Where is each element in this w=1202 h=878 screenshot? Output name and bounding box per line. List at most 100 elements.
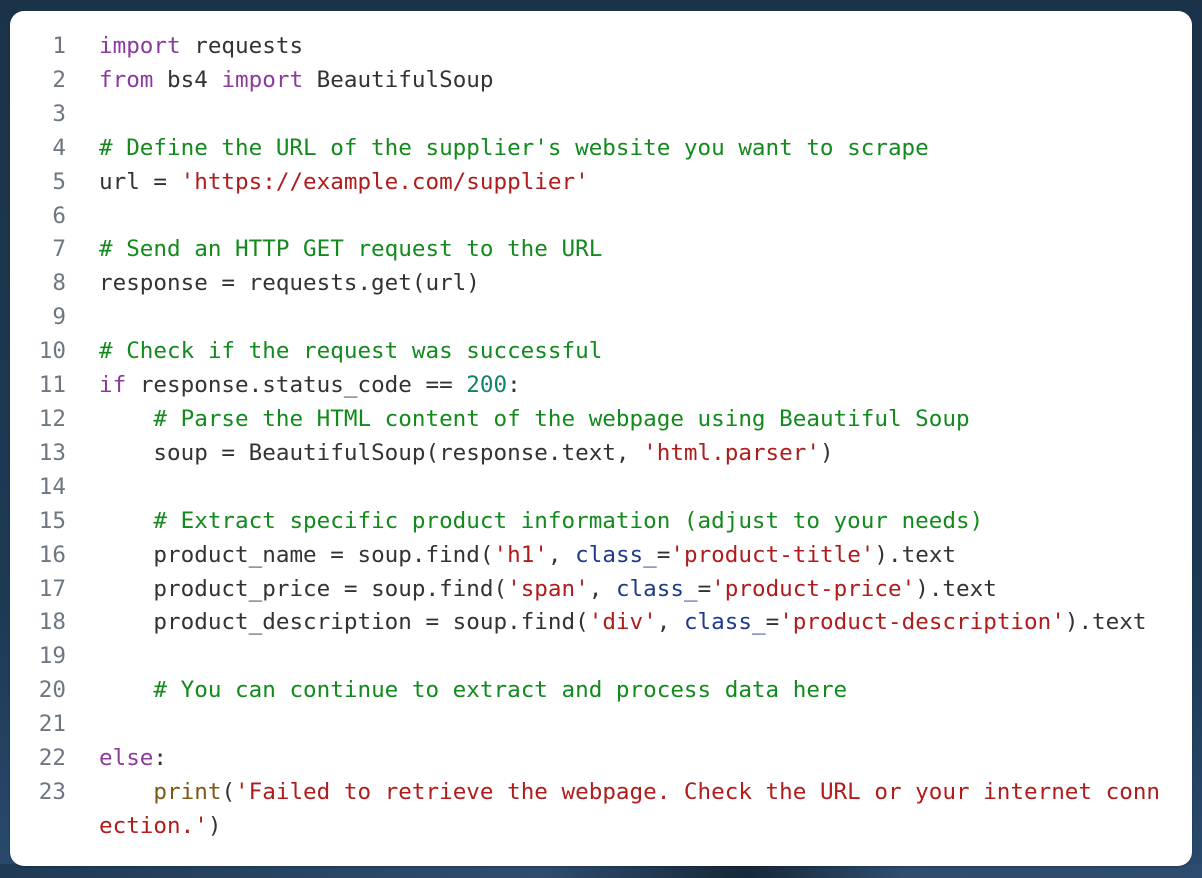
line-number: 14: [38, 473, 66, 500]
line-number: 10: [38, 338, 66, 365]
line-number: 18: [38, 609, 66, 636]
background-strip: [0, 864, 1202, 878]
param-token: class_: [683, 609, 766, 636]
keyword-token: import: [99, 33, 181, 59]
line-number: 19: [38, 643, 66, 670]
code-text: product_description = soup.find(: [99, 609, 589, 636]
line-source: else:: [99, 742, 1192, 776]
line-number: 17: [38, 575, 66, 602]
string-token: 'product-price': [711, 575, 916, 602]
line-number: 2: [52, 66, 66, 93]
code-text: ,: [588, 575, 616, 602]
code-block-card: 1 import requests 2 from bs4 import Beautif…: [10, 11, 1192, 866]
line-number: 20: [38, 677, 66, 704]
code-text: product_name = soup.find(: [99, 541, 494, 568]
comment-token: # Check if the request was successful: [99, 338, 603, 365]
line-source: soup = BeautifulSoup(response.text, 'htm…: [99, 437, 1192, 471]
code-line: 13 soup = BeautifulSoup(response.text, '…: [10, 437, 1192, 471]
comment-token: # Extract specific product information (…: [153, 507, 984, 534]
builtin-token: print: [153, 778, 222, 805]
comment-token: # You can continue to extract and proces…: [153, 677, 848, 704]
string-token: 'Failed to retrieve the webpage. Check t…: [99, 778, 1161, 839]
line-source: [99, 200, 1192, 234]
string-token: 'product-title': [670, 541, 875, 568]
line-source: print('Failed to retrieve the webpage. C…: [99, 776, 1192, 844]
code-line: 7 # Send an HTTP GET request to the URL: [10, 233, 1192, 267]
line-source: [99, 301, 1192, 335]
code-text: url =: [99, 168, 181, 195]
code-text: BeautifulSoup: [303, 66, 494, 93]
line-source: # Send an HTTP GET request to the URL: [99, 233, 1192, 267]
code-line: 18 product_description = soup.find('div'…: [10, 606, 1192, 640]
code-line: 5 url = 'https://example.com/supplier': [10, 166, 1192, 200]
code-text: requests: [180, 33, 304, 59]
comment-token: # Parse the HTML content of the webpage …: [153, 405, 970, 432]
number-token: 200: [466, 372, 508, 399]
keyword-token: else: [99, 745, 154, 772]
line-source: url = 'https://example.com/supplier': [99, 166, 1192, 200]
code-line: 22 else:: [10, 742, 1192, 776]
code-line: 15 # Extract specific product informatio…: [10, 505, 1192, 539]
comment-token: # Send an HTTP GET request to the URL: [99, 236, 603, 263]
line-source: product_name = soup.find('h1', class_='p…: [99, 539, 1192, 573]
code-text: product_price = soup.find(: [99, 575, 508, 602]
line-number: 1: [52, 33, 66, 59]
param-token: class_: [575, 541, 657, 568]
line-number: 21: [38, 711, 66, 738]
string-token: 'span': [507, 575, 589, 602]
line-number: 11: [38, 372, 66, 399]
line-source: import requests: [99, 30, 1192, 64]
keyword-token: import: [221, 66, 304, 93]
code-text: bs4: [153, 66, 222, 93]
code-line: 14: [10, 471, 1192, 505]
line-source: from bs4 import BeautifulSoup: [99, 64, 1192, 98]
line-source: response = requests.get(url): [99, 267, 1192, 301]
line-number: 3: [52, 100, 66, 127]
code-line: 4 # Define the URL of the supplier's webs…: [10, 132, 1192, 166]
line-source: # Check if the request was successful: [99, 335, 1192, 369]
line-number: 9: [52, 304, 66, 331]
line-source: [99, 471, 1192, 505]
code-line: 8 response = requests.get(url): [10, 267, 1192, 301]
code-line: 10 # Check if the request was successful: [10, 335, 1192, 369]
code-text: :: [153, 745, 168, 772]
line-number: 5: [52, 168, 66, 195]
string-token: 'div': [588, 609, 657, 636]
line-number: 7: [52, 236, 66, 263]
code-line: 11 if response.status_code == 200:: [10, 369, 1192, 403]
code-line: 17 product_price = soup.find('span', cla…: [10, 573, 1192, 607]
code-text: soup = BeautifulSoup(response.text,: [99, 439, 644, 466]
line-number: 16: [38, 541, 66, 568]
code-text: ,: [547, 541, 576, 568]
code-text: ).text: [874, 541, 957, 568]
line-number: 8: [52, 270, 66, 297]
string-token: 'h1': [493, 541, 548, 568]
keyword-token: from: [99, 66, 154, 93]
keyword-token: if: [99, 372, 127, 399]
code-line: 16 product_name = soup.find('h1', class_…: [10, 539, 1192, 573]
line-number: 23: [38, 778, 66, 805]
code-text: ): [207, 812, 222, 839]
line-source: [99, 640, 1192, 674]
string-token: 'https://example.com/supplier': [180, 168, 589, 195]
line-number: 4: [52, 134, 66, 161]
string-token: 'product-description': [779, 609, 1065, 636]
string-token: 'html.parser': [643, 439, 820, 466]
code-line: 3: [10, 98, 1192, 132]
line-source: # You can continue to extract and proces…: [99, 674, 1192, 708]
code-text: ).text: [915, 575, 997, 602]
line-number: 6: [52, 202, 66, 229]
line-source: # Define the URL of the supplier's websi…: [99, 132, 1192, 166]
code-line: 23 print('Failed to retrieve the webpage…: [10, 776, 1192, 844]
code-text: ,: [656, 609, 684, 636]
line-source: product_price = soup.find('span', class_…: [99, 573, 1192, 607]
code-line: 9: [10, 301, 1192, 335]
code-text: response = requests.get(url): [99, 270, 480, 297]
code-text: ).text: [1064, 609, 1147, 636]
line-source: # Parse the HTML content of the webpage …: [99, 403, 1192, 437]
line-source: [99, 708, 1192, 742]
line-number: 15: [38, 507, 66, 534]
line-source: if response.status_code == 200:: [99, 369, 1192, 403]
